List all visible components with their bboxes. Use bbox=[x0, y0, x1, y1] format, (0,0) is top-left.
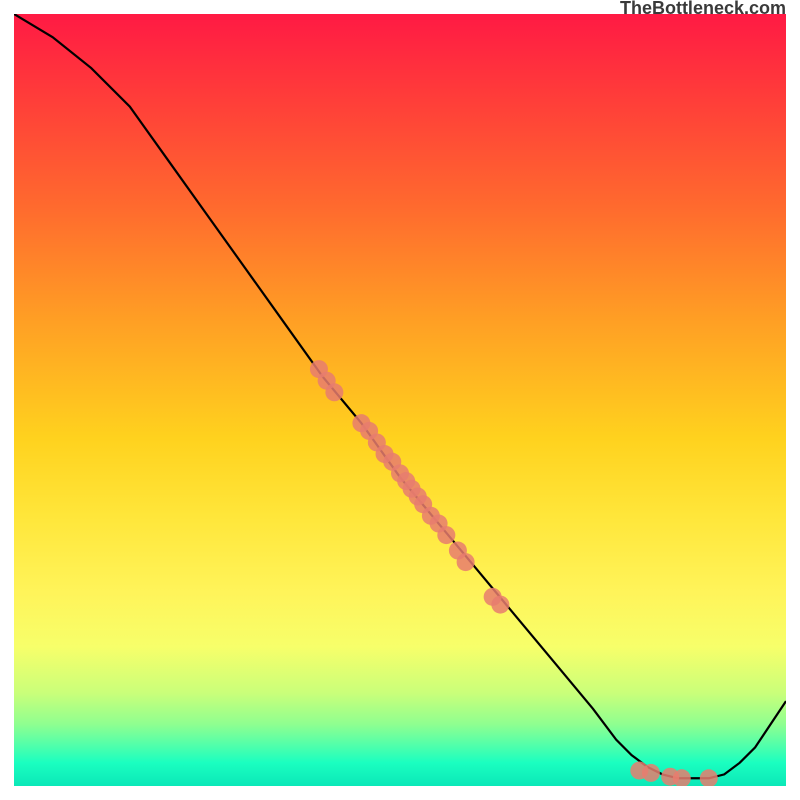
data-point bbox=[437, 526, 455, 544]
chart-svg bbox=[14, 14, 786, 786]
data-point bbox=[325, 383, 343, 401]
data-point bbox=[457, 553, 475, 571]
chart-container: TheBottleneck.com bbox=[0, 0, 800, 800]
attribution-label: TheBottleneck.com bbox=[620, 0, 786, 8]
data-point bbox=[642, 764, 660, 782]
scatter-points bbox=[310, 360, 718, 786]
data-point bbox=[491, 596, 509, 614]
plot-area bbox=[14, 14, 786, 786]
curve-line bbox=[14, 14, 786, 778]
data-point bbox=[700, 769, 718, 786]
